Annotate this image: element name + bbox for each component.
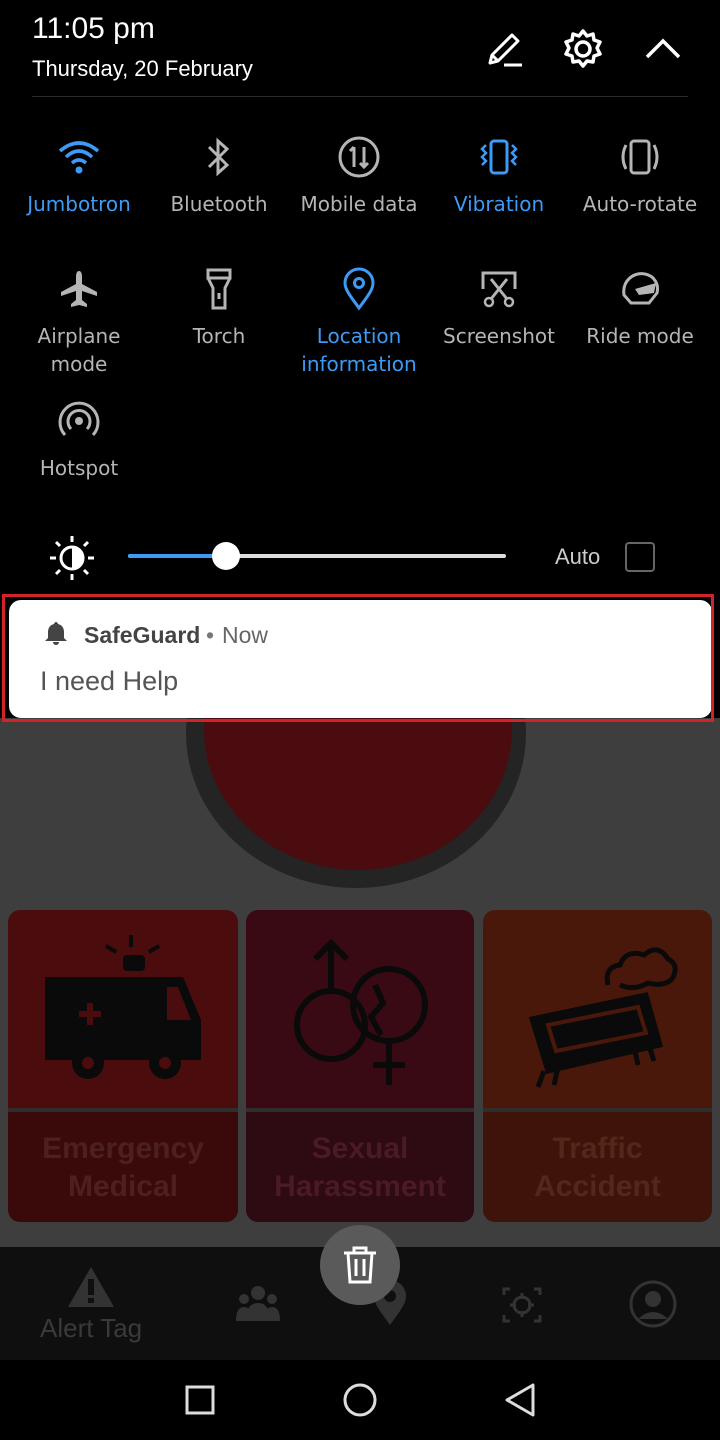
edit-icon[interactable] (483, 28, 525, 70)
notification-shade: 11:05 pm Thursday, 20 February Jumbotron… (0, 0, 720, 600)
warning-icon (68, 1267, 115, 1307)
brightness-icon (48, 534, 96, 582)
delete-button[interactable] (320, 1225, 400, 1305)
gender-icon (294, 938, 428, 1085)
tile-ride-mode[interactable]: Ride mode (570, 264, 710, 350)
tile-auto-rotate[interactable]: Auto-rotate (570, 132, 710, 218)
tile-airplane[interactable]: Airplane mode (9, 264, 149, 378)
car-crash-icon (528, 947, 678, 1088)
card-emergency-medical: Emergency Medical (8, 910, 238, 1222)
auto-brightness-label: Auto (555, 544, 601, 569)
date: Thursday, 20 February (32, 56, 253, 81)
location-icon (334, 264, 384, 314)
tile-label: Bluetooth (170, 192, 268, 216)
vibration-icon (474, 132, 524, 182)
helmet-icon (615, 264, 665, 314)
crosshair-icon (500, 1285, 544, 1325)
recents-button[interactable] (180, 1380, 220, 1420)
profile-icon (628, 1279, 678, 1329)
app-background: Emergency Medical Sexual Harassment Traf… (0, 718, 720, 1247)
card-label: Sexual Harassment (246, 1112, 474, 1222)
tile-wifi[interactable]: Jumbotron (9, 132, 149, 218)
ambulance-icon (45, 935, 201, 1079)
card-traffic-accident: Traffic Accident (483, 910, 712, 1222)
brightness-slider-knob[interactable] (212, 542, 241, 570)
card-label: Traffic Accident (483, 1112, 712, 1222)
tile-torch[interactable]: Torch (149, 264, 289, 350)
bluetooth-icon (194, 132, 244, 182)
tile-location[interactable]: Location information (289, 264, 429, 378)
highlight-box (2, 594, 714, 722)
tile-label: Vibration (453, 192, 545, 216)
back-button[interactable] (500, 1380, 540, 1420)
tile-label: Torch (192, 324, 246, 348)
collapse-icon[interactable] (642, 28, 684, 70)
airplane-icon (54, 264, 104, 314)
tile-vibration[interactable]: Vibration (429, 132, 569, 218)
tile-label: Screenshot (443, 324, 555, 348)
card-sexual-harassment: Sexual Harassment (246, 910, 474, 1222)
torch-icon (194, 264, 244, 314)
tile-hotspot[interactable]: Hotspot (9, 396, 149, 482)
system-nav-bar (0, 1360, 720, 1440)
tile-label: Location information (301, 324, 417, 376)
home-button[interactable] (340, 1380, 380, 1420)
tile-label: Mobile data (300, 192, 418, 216)
tile-screenshot[interactable]: Screenshot (429, 264, 569, 350)
mobile-data-icon (334, 132, 384, 182)
tile-label: Auto-rotate (582, 192, 698, 216)
group-icon (234, 1283, 282, 1323)
tile-label: Jumbotron (27, 192, 131, 216)
tile-label: Ride mode (586, 324, 694, 348)
nav-alert-label: Alert Tag (40, 1313, 143, 1343)
brightness-slider[interactable] (128, 542, 506, 570)
tile-label: Airplane mode (37, 324, 121, 376)
trash-icon (344, 1246, 376, 1284)
tile-label: Hotspot (39, 456, 119, 480)
hotspot-icon (54, 396, 104, 446)
header-divider (32, 96, 688, 97)
clock: 11:05 pm (32, 12, 155, 45)
auto-brightness-checkbox[interactable] (625, 542, 655, 572)
wifi-icon (54, 132, 104, 182)
tile-mobile-data[interactable]: Mobile data (289, 132, 429, 218)
screenshot-icon (474, 264, 524, 314)
tile-bluetooth[interactable]: Bluetooth (149, 132, 289, 218)
auto-rotate-icon (615, 132, 665, 182)
nav-alert-tag: Alert Tag (40, 1265, 142, 1344)
card-label: Emergency Medical (8, 1112, 238, 1222)
settings-icon[interactable] (562, 28, 604, 70)
